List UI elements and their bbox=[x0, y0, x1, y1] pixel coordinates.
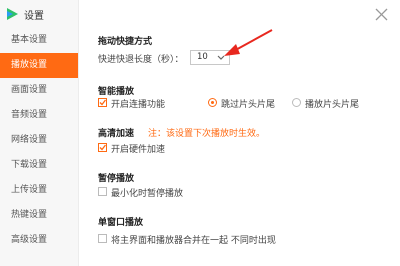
sidebar-item-hotkeys[interactable]: 热键设置 bbox=[0, 203, 78, 228]
continuous-play-label: 开启连播功能 bbox=[111, 100, 166, 110]
hardware-accel-label: 开启硬件加速 bbox=[111, 145, 166, 155]
checkmark-icon bbox=[99, 144, 106, 151]
section-title-drag-shortcut: 拖动快捷方式 bbox=[98, 37, 153, 47]
sidebar-item-download[interactable]: 下载设置 bbox=[0, 153, 78, 178]
seek-length-value: 10 bbox=[197, 52, 208, 62]
section-title-single-window: 单窗口播放 bbox=[98, 218, 144, 228]
skip-intro-outro-label: 跳过片头片尾 bbox=[221, 100, 276, 110]
window-title-bar: 设置 bbox=[0, 0, 78, 28]
close-icon[interactable] bbox=[375, 8, 388, 21]
sidebar-item-playback[interactable]: 播放设置 bbox=[0, 53, 78, 78]
sidebar-item-basic[interactable]: 基本设置 bbox=[0, 28, 78, 53]
continuous-play-checkbox[interactable] bbox=[98, 98, 107, 107]
skip-intro-outro-radio[interactable] bbox=[208, 98, 217, 107]
seek-length-label: 快进快退长度（秒）： bbox=[98, 55, 184, 65]
minimize-pause-checkbox[interactable] bbox=[98, 187, 107, 196]
section-title-smart-play: 智能播放 bbox=[98, 87, 135, 97]
hardware-accel-checkbox[interactable] bbox=[98, 143, 107, 152]
merge-window-checkbox[interactable] bbox=[98, 234, 107, 243]
checkmark-icon bbox=[99, 99, 106, 106]
play-intro-outro-radio[interactable] bbox=[292, 98, 301, 107]
play-intro-outro-label: 播放片头片尾 bbox=[305, 100, 360, 110]
hd-accel-note: 注：该设置下次播放时生效。 bbox=[148, 129, 266, 139]
minimize-pause-label: 最小化时暂停播放 bbox=[111, 189, 184, 199]
app-logo-icon bbox=[7, 8, 18, 20]
section-title-pause: 暂停播放 bbox=[98, 174, 135, 184]
settings-sidebar: 设置 基本设置 播放设置 画面设置 音频设置 网络设置 下载设置 上传设置 热键… bbox=[0, 0, 79, 266]
sidebar-item-picture[interactable]: 画面设置 bbox=[0, 78, 78, 103]
section-title-hd-accel: 高清加速 bbox=[98, 129, 135, 139]
sidebar-item-upload[interactable]: 上传设置 bbox=[0, 178, 78, 203]
sidebar-item-advanced[interactable]: 高级设置 bbox=[0, 228, 78, 253]
merge-window-label: 将主界面和播放器合并在一起 不同时出现 bbox=[111, 236, 276, 246]
sidebar-item-audio[interactable]: 音频设置 bbox=[0, 103, 78, 128]
window-title: 设置 bbox=[24, 10, 44, 22]
sidebar-item-network[interactable]: 网络设置 bbox=[0, 128, 78, 153]
annotation-arrow-icon bbox=[224, 29, 273, 56]
